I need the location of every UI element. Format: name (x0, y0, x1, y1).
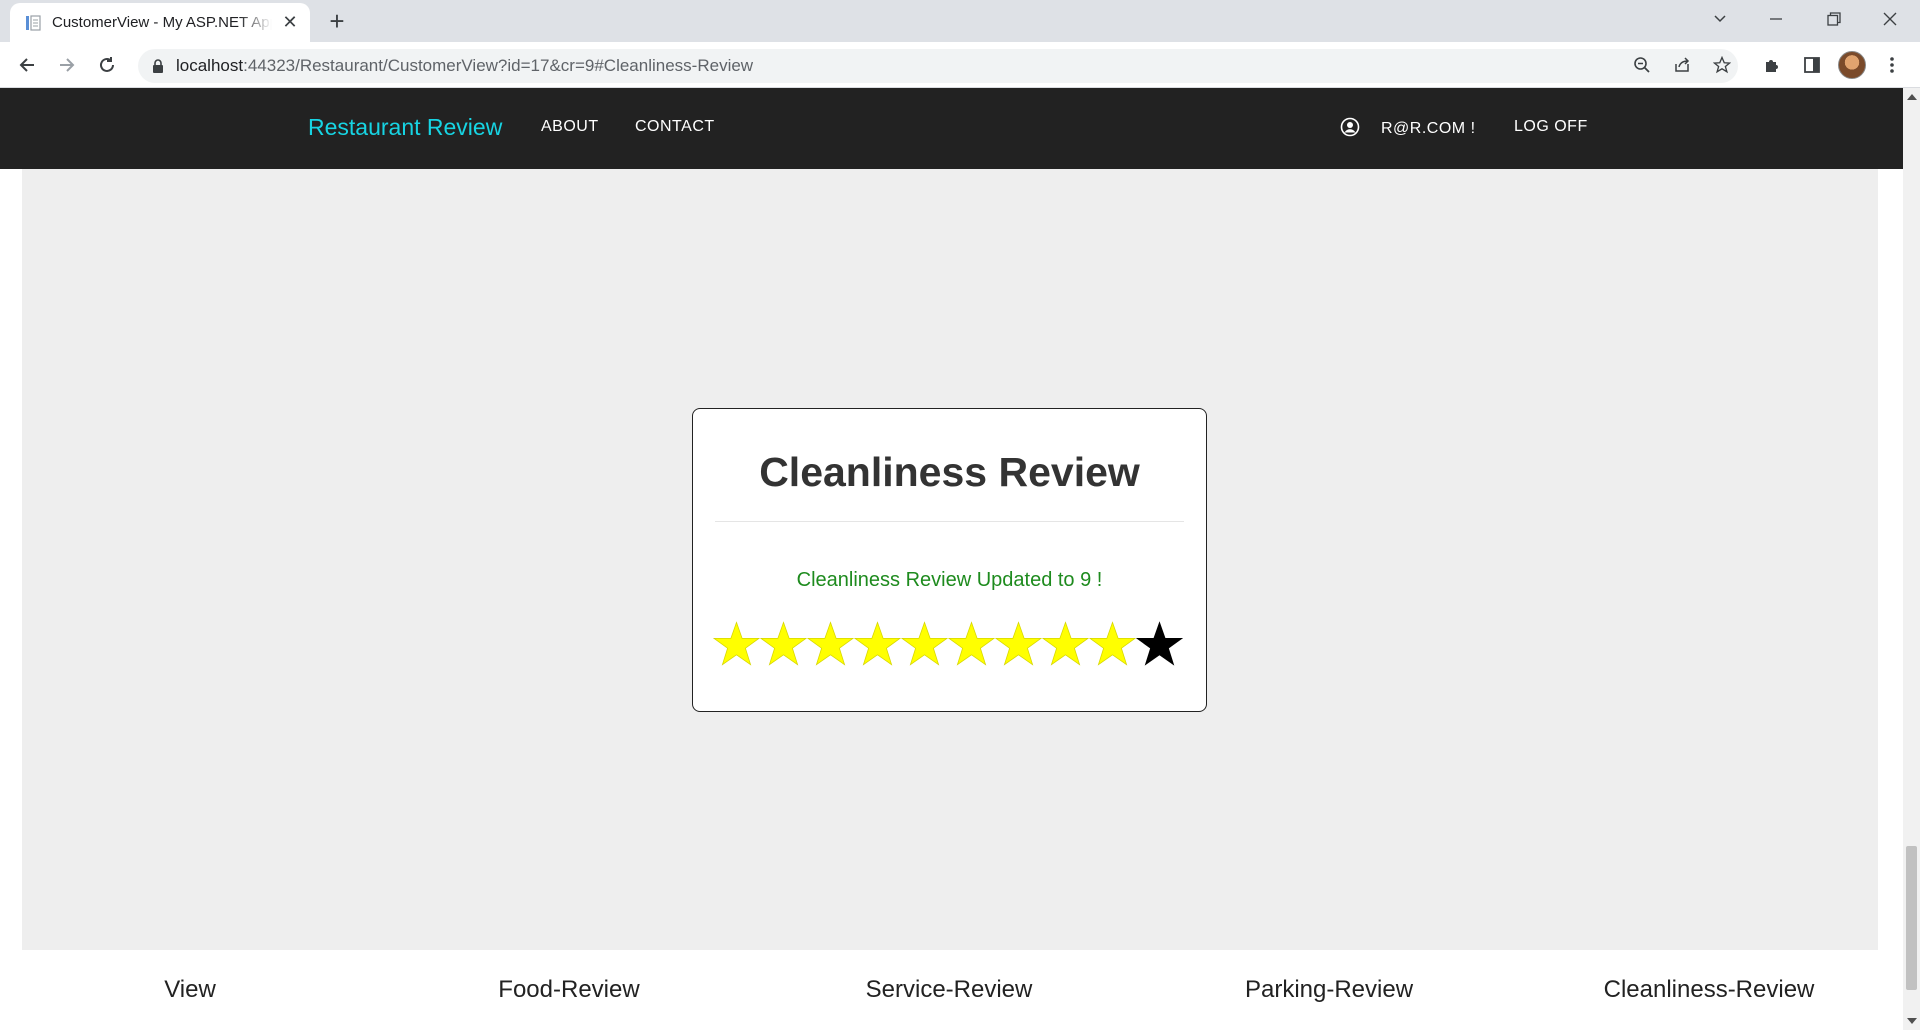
star-filled-icon[interactable] (948, 619, 995, 669)
nav-user-link[interactable]: R@R.COM ! (1381, 120, 1476, 138)
vertical-scrollbar[interactable] (1903, 88, 1920, 1030)
scroll-up-icon[interactable] (1907, 94, 1917, 100)
star-empty-icon[interactable] (1136, 619, 1183, 669)
menu-kebab-icon[interactable] (1877, 50, 1907, 80)
footer-link-view[interactable]: View (40, 976, 340, 1004)
new-tab-icon[interactable]: + (322, 6, 352, 36)
star-filled-icon[interactable] (807, 619, 854, 669)
browser-toolbar: localhost:44323/Restaurant/CustomerView?… (0, 42, 1920, 88)
star-filled-icon[interactable] (901, 619, 948, 669)
footer-link-service-review[interactable]: Service-Review (799, 976, 1099, 1004)
close-window-icon[interactable] (1862, 0, 1918, 38)
star-filled-icon[interactable] (760, 619, 807, 669)
site-brand-link[interactable]: Restaurant Review (308, 114, 502, 141)
restore-icon[interactable] (1806, 0, 1862, 38)
bookmark-star-icon[interactable] (1707, 50, 1737, 80)
url-text[interactable]: localhost:44323/Restaurant/CustomerView?… (176, 56, 753, 76)
site-navbar: Restaurant Review ABOUT CONTACT R@R.COM … (0, 88, 1903, 169)
star-filled-icon[interactable] (854, 619, 901, 669)
star-filled-icon[interactable] (713, 619, 760, 669)
scroll-down-icon[interactable] (1907, 1018, 1917, 1024)
lock-icon[interactable] (152, 59, 164, 73)
star-filled-icon[interactable] (1042, 619, 1089, 669)
page-viewport: Restaurant Review ABOUT CONTACT R@R.COM … (0, 88, 1903, 1030)
status-message: Cleanliness Review Updated to 9 ! (796, 569, 1103, 591)
zoom-icon[interactable] (1627, 50, 1657, 80)
tab-search-icon[interactable] (1692, 0, 1748, 38)
star-filled-icon[interactable] (995, 619, 1042, 669)
page-favicon-icon (26, 14, 41, 31)
side-panel-icon[interactable] (1797, 50, 1827, 80)
footer-link-parking-review[interactable]: Parking-Review (1179, 976, 1479, 1004)
footer-link-cleanliness-review[interactable]: Cleanliness-Review (1559, 976, 1859, 1004)
browser-tab[interactable]: CustomerView - My ASP.NET Application ✕ (10, 3, 310, 42)
back-icon[interactable] (12, 50, 42, 80)
star-filled-icon[interactable] (1089, 619, 1136, 669)
footer-link-food-review[interactable]: Food-Review (419, 976, 719, 1004)
profile-avatar[interactable] (1837, 50, 1867, 80)
star-rating[interactable] (713, 619, 1183, 669)
tab-title: CustomerView - My ASP.NET Application (52, 14, 272, 31)
tab-close-icon[interactable]: ✕ (280, 12, 300, 33)
review-card: Cleanliness Review Cleanliness Review Up… (692, 408, 1207, 712)
browser-tabstrip: CustomerView - My ASP.NET Application ✕ … (0, 0, 1920, 42)
extensions-icon[interactable] (1757, 50, 1787, 80)
reload-icon[interactable] (92, 50, 122, 80)
nav-contact-link[interactable]: CONTACT (635, 118, 715, 136)
card-divider (715, 521, 1184, 522)
card-title: Cleanliness Review (759, 449, 1140, 495)
nav-about-link[interactable]: ABOUT (541, 118, 599, 136)
scroll-thumb[interactable] (1906, 846, 1917, 990)
user-icon (1340, 117, 1360, 137)
minimize-icon[interactable] (1748, 0, 1804, 38)
nav-logoff-link[interactable]: LOG OFF (1514, 118, 1588, 136)
address-bar[interactable]: localhost:44323/Restaurant/CustomerView?… (138, 49, 1738, 83)
forward-icon[interactable] (52, 50, 82, 80)
share-icon[interactable] (1667, 50, 1697, 80)
